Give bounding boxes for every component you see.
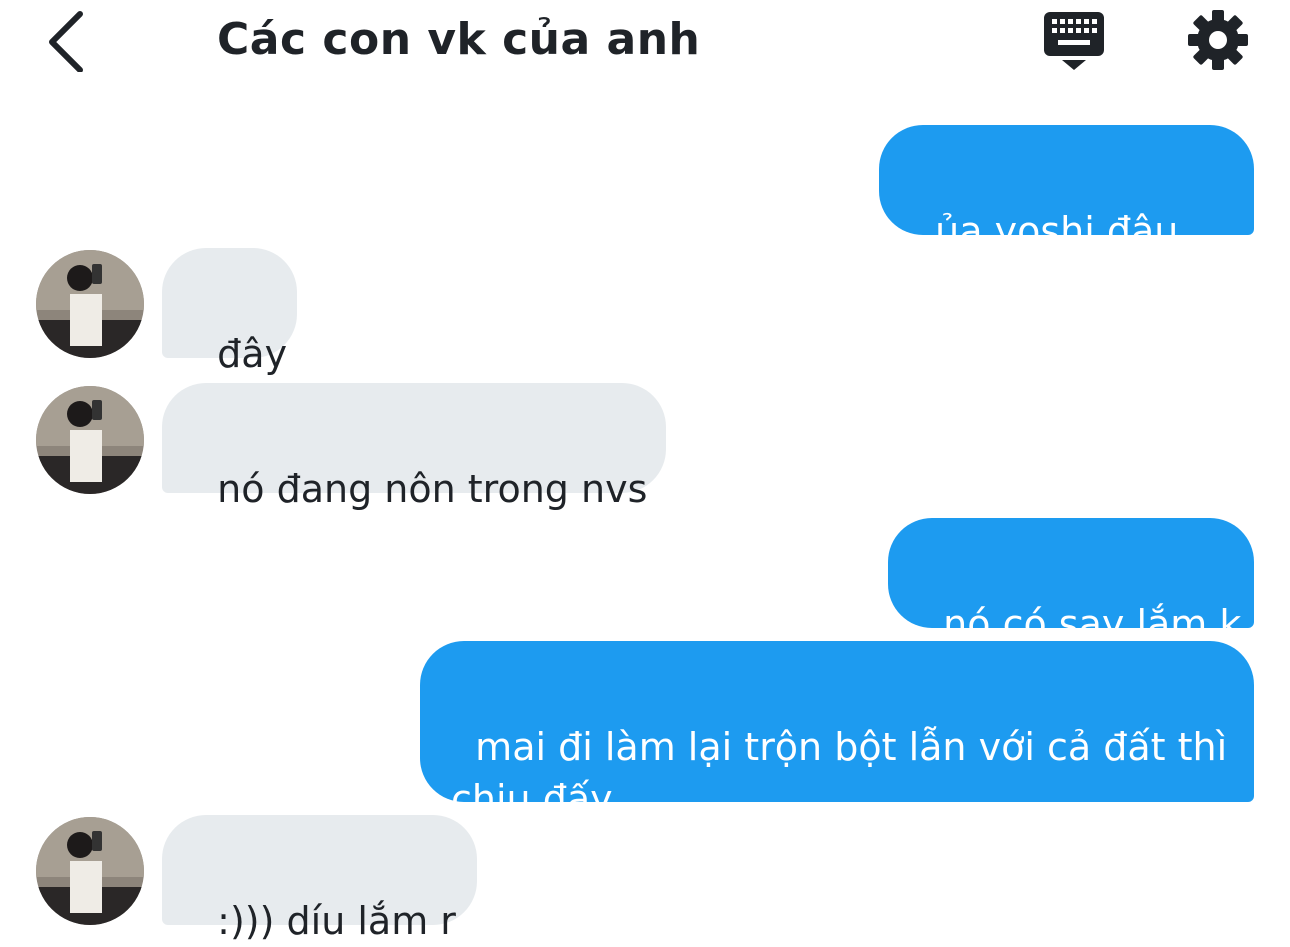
- avatar-photo: [36, 817, 144, 925]
- message-text: nó đang nôn trong nvs: [217, 467, 648, 511]
- chat-header: Các con vk của anh: [0, 0, 1290, 86]
- message-text: :))) díu lắm r: [217, 899, 456, 943]
- avatar[interactable]: [36, 250, 144, 358]
- avatar[interactable]: [36, 817, 144, 925]
- keyboard-icon: [1044, 12, 1104, 70]
- outgoing-message[interactable]: nó có say lắm k: [888, 518, 1254, 646]
- outgoing-message[interactable]: mai đi làm lại trộn bột lẫn với cả đất t…: [420, 641, 1254, 821]
- gear-icon: [1188, 10, 1248, 70]
- settings-button[interactable]: [1186, 8, 1250, 72]
- back-button[interactable]: [40, 8, 96, 73]
- message-text: nó có say lắm k: [943, 602, 1242, 646]
- message-text: đây: [217, 332, 288, 376]
- avatar[interactable]: [36, 386, 144, 494]
- message-text: mai đi làm lại trộn bột lẫn với cả đất t…: [451, 725, 1240, 821]
- keyboard-button[interactable]: [1040, 10, 1108, 74]
- incoming-message[interactable]: :))) díu lắm r: [162, 815, 477, 943]
- incoming-message[interactable]: đây: [162, 248, 297, 376]
- incoming-message[interactable]: nó đang nôn trong nvs: [162, 383, 666, 511]
- chevron-left-icon: [49, 11, 83, 73]
- outgoing-message[interactable]: ủa yoshi đâu rồi: [879, 125, 1254, 305]
- conversation-title: Các con vk của anh: [217, 14, 701, 65]
- avatar-photo: [36, 250, 144, 358]
- avatar-photo: [36, 386, 144, 494]
- message-text: ủa yoshi đâu rồi: [911, 209, 1191, 305]
